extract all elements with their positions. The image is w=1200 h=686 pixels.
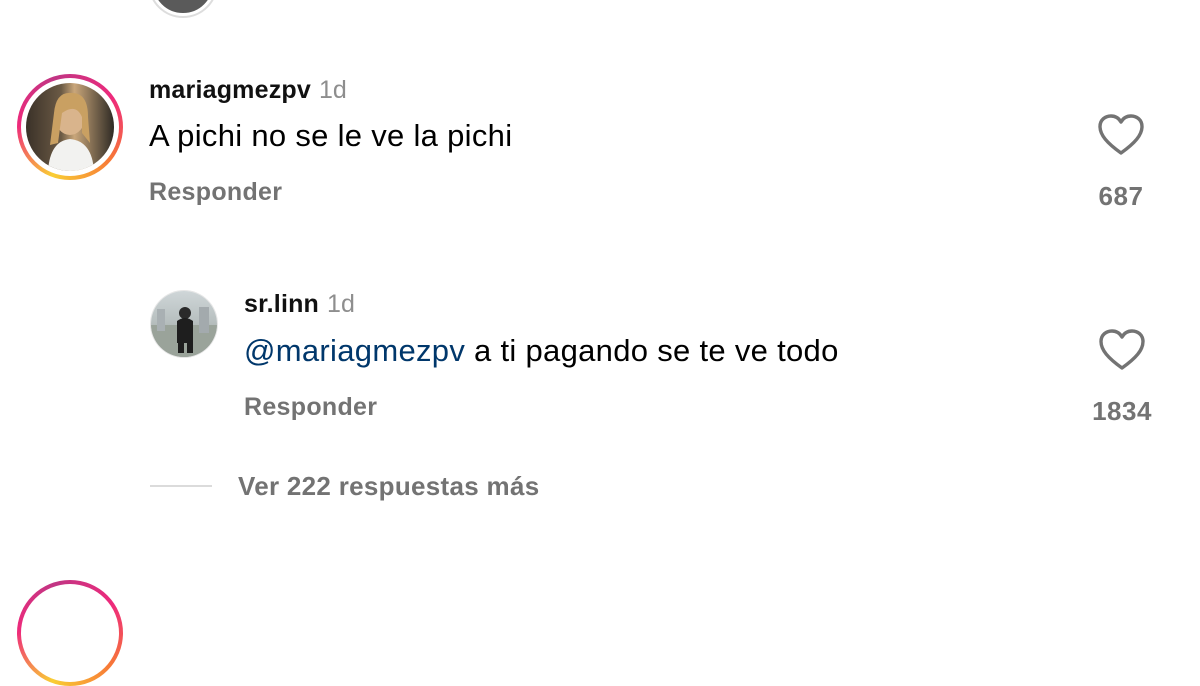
reply-body: a ti pagando se te ve todo [465, 333, 839, 368]
reply-timestamp: 1d [327, 290, 355, 318]
avatar-next-comment[interactable] [17, 580, 123, 686]
like-count: 687 [1098, 181, 1144, 211]
reply-button[interactable]: Responder [149, 178, 282, 207]
avatar-mariagmezpv[interactable] [17, 74, 123, 180]
reply-button[interactable]: Responder [244, 393, 377, 422]
reply-text: @mariagmezpv a ti pagando se te ve todo [244, 333, 839, 369]
replies-divider [150, 485, 212, 487]
comment-timestamp: 1d [319, 76, 347, 104]
avatar-photo [26, 83, 114, 171]
like-count: 1834 [1092, 396, 1152, 426]
partial-comment-text-top [240, 0, 570, 4]
comment-text: A pichi no se le ve la pichi [149, 118, 513, 153]
view-more-replies-button[interactable]: Ver 222 respuestas más [238, 471, 539, 502]
comment-header: mariagmezpv 1d [149, 76, 347, 105]
mention-link[interactable]: @mariagmezpv [244, 333, 465, 368]
reply-header: sr.linn 1d [244, 290, 355, 319]
person-silhouette-icon [151, 307, 217, 357]
avatar-sr-linn[interactable] [151, 291, 217, 357]
comment-username[interactable]: mariagmezpv [149, 76, 311, 104]
avatar-partial-top[interactable] [150, 0, 216, 16]
reply-username[interactable]: sr.linn [244, 290, 319, 318]
person-silhouette-icon [48, 92, 94, 171]
heart-outline-icon[interactable] [1098, 328, 1146, 372]
heart-outline-icon[interactable] [1097, 113, 1145, 157]
